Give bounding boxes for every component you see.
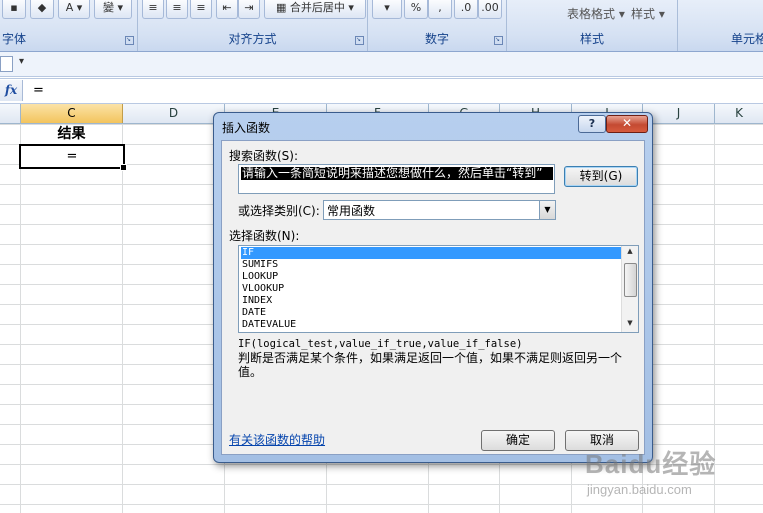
align-center-button[interactable]: ≡ bbox=[166, 0, 188, 19]
search-input[interactable]: 请输入一条简短说明来描述您想做什么，然后单击“转到” bbox=[238, 164, 555, 194]
cells-group: 单元格 bbox=[678, 0, 763, 51]
alignment-group: ≡ ≡ ≡ ⇤ ⇥ ▦ 合并后居中 ▾ 对齐方式 ↘ bbox=[138, 0, 368, 51]
font-group-label: 字体 bbox=[2, 32, 27, 46]
increase-decimal-button[interactable]: .0 bbox=[454, 0, 478, 19]
font-group: ▪ ◆ A ▾ 變 ▾ 字体 ↘ bbox=[0, 0, 138, 51]
styles-group-label: 样式 bbox=[579, 32, 604, 46]
fill-color-button[interactable]: ▪ bbox=[2, 0, 26, 19]
scroll-down-icon[interactable]: ▼ bbox=[622, 319, 638, 331]
select-function-label: 选择函数(N): bbox=[229, 229, 300, 243]
quick-access-bar: ▾ bbox=[0, 52, 763, 77]
grid-line bbox=[122, 124, 123, 513]
column-header-j[interactable]: J bbox=[643, 104, 715, 123]
decrease-indent-button[interactable]: ⇤ bbox=[216, 0, 238, 19]
function-list[interactable]: IF SUMIFS LOOKUP VLOOKUP INDEX DATE DATE… bbox=[238, 245, 639, 333]
row-header-corner[interactable] bbox=[0, 104, 21, 123]
list-scrollbar[interactable]: ▲ ▼ bbox=[621, 246, 638, 332]
scroll-thumb[interactable] bbox=[624, 263, 637, 297]
sheet-icon[interactable] bbox=[0, 56, 13, 72]
close-button[interactable]: ✕ bbox=[606, 115, 648, 133]
watermark-logo-text: Baidu经验 bbox=[585, 449, 717, 479]
number-group: ▾ % , .0 .00 数字 ↘ bbox=[368, 0, 507, 51]
number-launcher-icon[interactable]: ↘ bbox=[494, 36, 503, 45]
column-header-c[interactable]: C bbox=[21, 104, 123, 123]
ribbon: ▪ ◆ A ▾ 變 ▾ 字体 ↘ ≡ ≡ ≡ ⇤ ⇥ ▦ 合并后居中 ▾ 对齐方… bbox=[0, 0, 763, 52]
number-group-label: 数字 bbox=[424, 32, 449, 46]
cell-style-button[interactable]: 样式 ▾ bbox=[631, 5, 665, 22]
merge-center-button[interactable]: ▦ 合并后居中 ▾ bbox=[264, 0, 366, 19]
cell-c1-result-header[interactable]: 结果 bbox=[20, 124, 123, 144]
decrease-decimal-button[interactable]: .00 bbox=[478, 0, 502, 19]
percent-button[interactable]: % bbox=[404, 0, 428, 19]
font-color-icon: A bbox=[65, 1, 74, 14]
table-format-button[interactable]: 表格格式 ▾ bbox=[567, 5, 625, 22]
watermark-url: jingyan.baidu.com bbox=[587, 482, 692, 497]
wrap-text-button[interactable]: 變 ▾ bbox=[94, 0, 132, 19]
font-launcher-icon[interactable]: ↘ bbox=[125, 36, 134, 45]
align-right-button[interactable]: ≡ bbox=[190, 0, 212, 19]
grid-line bbox=[20, 124, 21, 513]
font-color-button[interactable]: A ▾ bbox=[58, 0, 90, 19]
dialog-title: 插入函数 bbox=[222, 121, 271, 135]
function-signature: IF(logical_test,value_if_true,value_if_f… bbox=[238, 338, 523, 350]
column-header-d[interactable]: D bbox=[123, 104, 225, 123]
active-cell-value: = bbox=[66, 149, 78, 164]
function-help-link[interactable]: 有关该函数的帮助 bbox=[229, 431, 325, 448]
search-input-text: 请输入一条简短说明来描述您想做什么，然后单击“转到” bbox=[241, 167, 553, 180]
cells-group-label: 单元格 bbox=[730, 32, 763, 46]
function-list-item[interactable]: INDEX bbox=[241, 295, 622, 307]
function-description: 判断是否满足某个条件，如果满足返回一个值，如果不满足则返回另一个值。 bbox=[238, 351, 623, 379]
help-button[interactable]: ? bbox=[578, 115, 606, 133]
formula-input[interactable]: = bbox=[33, 83, 44, 98]
category-select[interactable]: 常用函数 ▼ bbox=[323, 200, 556, 220]
align-left-button[interactable]: ≡ bbox=[142, 0, 164, 19]
paint-bucket-icon[interactable]: ◆ bbox=[30, 0, 54, 19]
currency-button[interactable]: ▾ bbox=[372, 0, 402, 19]
alignment-launcher-icon[interactable]: ↘ bbox=[355, 36, 364, 45]
fill-handle[interactable] bbox=[120, 164, 127, 171]
function-list-item[interactable]: IF bbox=[241, 247, 622, 259]
formula-bar: fx = bbox=[0, 78, 763, 104]
dropdown-arrow-icon[interactable]: ▼ bbox=[539, 201, 555, 219]
goto-button[interactable]: 转到(G) bbox=[564, 166, 638, 187]
function-list-item[interactable]: DATEVALUE bbox=[241, 319, 622, 331]
function-list-item[interactable]: SUMIFS bbox=[241, 259, 622, 271]
category-value: 常用函数 bbox=[327, 204, 376, 218]
dialog-body: 搜索函数(S): 请输入一条简短说明来描述您想做什么，然后单击“转到” 转到(G… bbox=[221, 140, 645, 455]
function-list-item[interactable]: VLOOKUP bbox=[241, 283, 622, 295]
alignment-group-label: 对齐方式 bbox=[228, 32, 277, 46]
insert-function-button[interactable]: fx bbox=[0, 80, 23, 101]
comma-button[interactable]: , bbox=[428, 0, 452, 19]
column-header-k[interactable]: K bbox=[715, 104, 763, 123]
increase-indent-button[interactable]: ⇥ bbox=[238, 0, 260, 19]
search-label: 搜索函数(S): bbox=[229, 149, 299, 163]
insert-function-dialog: 插入函数 ? ✕ 搜索函数(S): 请输入一条简短说明来描述您想做什么，然后单击… bbox=[213, 112, 653, 463]
scroll-up-icon[interactable]: ▲ bbox=[622, 247, 638, 259]
category-label: 或选择类别(C): bbox=[238, 204, 320, 218]
function-list-item[interactable]: DATE bbox=[241, 307, 622, 319]
function-list-item[interactable]: LOOKUP bbox=[241, 271, 622, 283]
active-cell-c2[interactable]: = bbox=[19, 144, 127, 171]
baidu-watermark: Baidu经验 jingyan.baidu.com bbox=[585, 444, 755, 510]
customize-arrow-icon[interactable]: ▾ bbox=[19, 56, 24, 67]
ok-button[interactable]: 确定 bbox=[481, 430, 555, 451]
styles-group: 表格格式 ▾ 样式 ▾ 样式 bbox=[507, 0, 678, 51]
